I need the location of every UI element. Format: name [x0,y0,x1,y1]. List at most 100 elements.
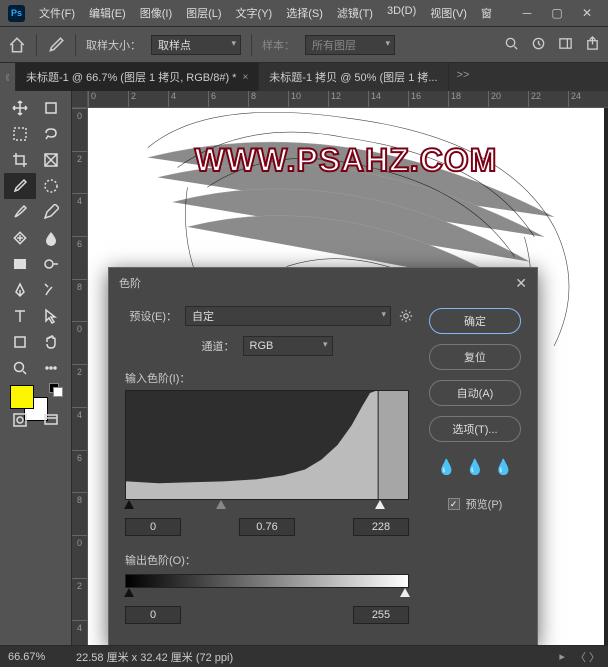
ruler-horizontal[interactable]: 024681012141618202224 [88,91,608,108]
reset-button[interactable]: 复位 [429,344,521,370]
move-tool[interactable] [4,95,36,121]
brush-tool[interactable] [4,199,36,225]
share-icon[interactable] [585,36,600,54]
ok-button[interactable]: 确定 [429,308,521,334]
tab-close-icon[interactable]: × [242,72,248,83]
menu-file[interactable]: 文件(F) [33,2,81,24]
ruler-vertical[interactable]: 0246802468024 [72,108,88,663]
slider-white-icon[interactable] [400,588,410,597]
blur-tool[interactable] [36,225,68,251]
tab-strip: ⟪ 未标题-1 @ 66.7% (图层 1 拷贝, RGB/8#) * × 未标… [0,63,608,91]
input-levels-label: 输入色阶(I)： [125,370,413,386]
eyedropper-tool[interactable] [4,173,36,199]
menu-filter[interactable]: 滤镜(T) [331,2,379,24]
sample-dropdown[interactable]: 所有图层 [305,35,395,55]
minimize-icon[interactable]: ─ [514,3,540,23]
hand-tool[interactable] [36,329,68,355]
more-tools[interactable] [36,355,68,381]
ruler-tick: 20 [488,91,528,107]
document-tab-1[interactable]: 未标题-1 @ 66.7% (图层 1 拷贝, RGB/8#) * × [16,63,259,91]
marquee-ellipse-tool[interactable] [36,173,68,199]
slider-white-icon[interactable] [375,500,385,509]
ruler-tick: 2 [72,578,87,621]
separator [251,34,252,56]
zoom-tool[interactable] [4,355,36,381]
slider-black-icon[interactable] [124,588,134,597]
type-tool[interactable] [4,303,36,329]
eyedropper-white-icon[interactable]: 💧 [494,458,513,476]
path-select-tool[interactable] [36,303,68,329]
options-bar: 取样大小： 取样点 样本： 所有图层 [0,27,608,63]
channel-dropdown[interactable]: RGB [243,336,333,356]
auto-button[interactable]: 自动(A) [429,380,521,406]
slider-black-icon[interactable] [124,500,134,509]
ruler-tick: 4 [168,91,208,107]
eyedropper-black-icon[interactable]: 💧 [437,458,456,476]
sample-size-dropdown[interactable]: 取样点 [151,35,241,55]
screenmode-tool[interactable] [36,407,68,433]
output-gradient[interactable] [125,574,409,588]
input-black-field[interactable] [125,518,181,536]
output-white-field[interactable] [353,606,409,624]
close-icon[interactable]: ✕ [574,3,600,23]
dialog-titlebar[interactable]: 色阶 ✕ [109,268,537,298]
menu-edit[interactable]: 编辑(E) [83,2,132,24]
status-arrow-icon[interactable]: ▸ [559,650,565,663]
panel-icon[interactable] [558,36,573,54]
preview-checkbox[interactable]: ✓ 预览(P) [448,496,503,512]
menu-type[interactable]: 文字(Y) [230,2,279,24]
history-icon[interactable] [531,36,546,54]
healing-tool[interactable] [4,225,36,251]
tab-overflow[interactable]: >> [449,63,478,91]
eyedropper-gray-icon[interactable]: 💧 [466,458,485,476]
input-gamma-field[interactable] [239,518,295,536]
shape-tool[interactable] [4,329,36,355]
histogram[interactable] [125,390,409,500]
channel-label: 通道： [202,338,235,354]
slider-gray-icon[interactable] [216,500,226,509]
ruler-tick: 0 [72,321,87,364]
pen-tool[interactable] [4,277,36,303]
eyedropper-tool-icon[interactable] [47,36,65,54]
search-icon[interactable] [504,36,519,54]
pencil-tool[interactable] [36,199,68,225]
default-colors-icon[interactable] [49,383,61,395]
lasso-tool[interactable] [36,121,68,147]
maximize-icon[interactable]: ▢ [544,3,570,23]
output-black-field[interactable] [125,606,181,624]
ruler-tick: 22 [528,91,568,107]
output-sliders[interactable] [125,588,409,602]
ruler-tick: 16 [408,91,448,107]
artboard-tool[interactable] [36,95,68,121]
input-sliders[interactable] [125,500,409,514]
document-tab-2[interactable]: 未标题-1 拷贝 @ 50% (图层 1 拷... [259,63,448,91]
preset-dropdown[interactable]: 自定 [185,306,391,326]
menu-layer[interactable]: 图层(L) [180,2,227,24]
history-brush-tool[interactable] [36,277,68,303]
frame-tool[interactable] [36,147,68,173]
gear-icon[interactable] [399,309,413,323]
ruler-tick: 10 [288,91,328,107]
menu-window[interactable]: 窗 [475,2,498,24]
menu-image[interactable]: 图像(I) [134,2,178,24]
document-info[interactable]: 22.58 厘米 x 32.42 厘米 (72 ppi) [76,649,549,665]
quickmask-tool[interactable] [4,407,36,433]
home-icon[interactable] [8,36,26,54]
ruler-origin[interactable] [72,91,88,108]
input-white-field[interactable] [353,518,409,536]
menu-select[interactable]: 选择(S) [280,2,329,24]
crop-tool[interactable] [4,147,36,173]
dodge-tool[interactable] [36,251,68,277]
foreground-color[interactable] [10,385,34,409]
dock-toggle[interactable]: ⟪ [0,63,16,91]
eyedropper-group: 💧 💧 💧 [437,458,513,476]
status-nav[interactable]: 〈 〉 [575,649,600,665]
fill-tool[interactable] [4,251,36,277]
marquee-tool[interactable] [4,121,36,147]
zoom-value[interactable]: 66.67% [8,651,66,663]
menu-view[interactable]: 视图(V) [424,2,473,24]
options-button[interactable]: 选项(T)... [429,416,521,442]
menu-3d[interactable]: 3D(D) [381,2,422,24]
separator [75,34,76,56]
dialog-close-icon[interactable]: ✕ [515,275,527,292]
